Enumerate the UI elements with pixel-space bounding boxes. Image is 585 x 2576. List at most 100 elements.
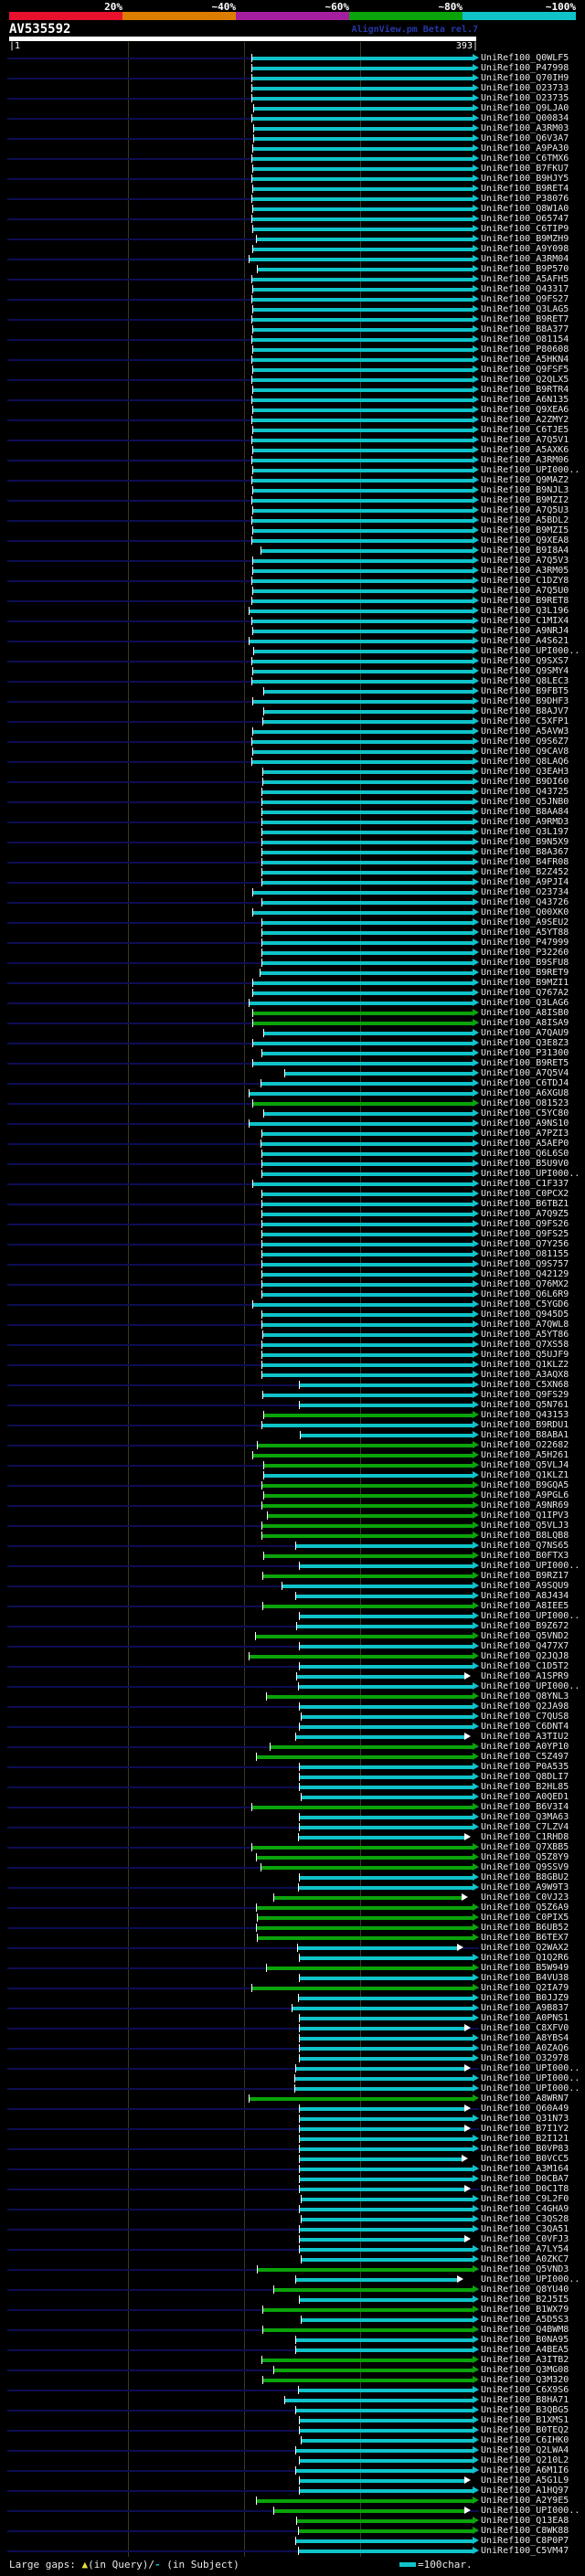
hit-accession[interactable]: UniRef100_Q43725 (481, 787, 569, 797)
hit-accession[interactable]: UniRef100_B2J5I5 (481, 2295, 569, 2305)
hit-accession[interactable]: UniRef100_Q3MA63 (481, 1812, 569, 1822)
hsp-bar[interactable] (262, 720, 473, 724)
hsp-bar[interactable] (257, 1444, 473, 1447)
hit-accession[interactable]: UniRef100_O22682 (481, 1440, 569, 1450)
hit-accession[interactable]: UniRef100_Q9S757 (481, 1259, 569, 1269)
hit-accession[interactable]: UniRef100_O81154 (481, 334, 569, 345)
hsp-bar[interactable] (252, 429, 473, 432)
hit-accession[interactable]: UniRef100_A5BDL2 (481, 515, 569, 525)
hsp-bar[interactable] (251, 1987, 473, 1990)
hit-accession[interactable]: UniRef100_A5AVW3 (481, 726, 569, 737)
hit-accession[interactable]: UniRef100_C0PCX2 (481, 1189, 569, 1199)
hit-accession[interactable]: UniRef100_C3QS28 (481, 2214, 569, 2224)
hit-accession[interactable]: UniRef100_B9DHF3 (481, 696, 569, 706)
hit-accession[interactable]: UniRef100_B0NA95 (481, 2335, 569, 2345)
hit-accession[interactable]: UniRef100_Q43153 (481, 1410, 569, 1420)
hsp-bar[interactable] (262, 1333, 473, 1337)
hsp-bar[interactable] (299, 2168, 473, 2171)
hsp-bar[interactable] (261, 811, 473, 814)
hit-accession[interactable]: UniRef100_B8ABA1 (481, 1430, 569, 1440)
hsp-bar[interactable] (299, 2047, 473, 2051)
hsp-bar[interactable] (251, 620, 473, 623)
hit-accession[interactable]: UniRef100_Q0WLF5 (481, 53, 569, 63)
hit-accession[interactable]: UniRef100_Q210L2 (481, 2455, 569, 2465)
hsp-bar[interactable] (261, 1082, 473, 1086)
hsp-bar[interactable] (299, 1786, 473, 1789)
hit-accession[interactable]: UniRef100_Q8W1A0 (481, 204, 569, 214)
hsp-bar[interactable] (253, 650, 473, 653)
hsp-bar[interactable] (261, 1343, 473, 1347)
hit-accession[interactable]: UniRef100_C4GHA9 (481, 2204, 569, 2214)
hsp-bar[interactable] (252, 207, 473, 211)
hsp-bar[interactable] (251, 760, 473, 764)
hsp-bar[interactable] (298, 1997, 473, 2000)
hit-accession[interactable]: UniRef100_Q9FS25 (481, 1229, 569, 1239)
hit-accession[interactable]: UniRef100_A4BEA5 (481, 2345, 569, 2355)
hsp-bar[interactable] (261, 1484, 473, 1488)
hit-accession[interactable]: UniRef100_Q60A49 (481, 2104, 569, 2114)
hit-accession[interactable]: UniRef100_B9P570 (481, 264, 569, 274)
hsp-bar[interactable] (263, 1414, 473, 1417)
hsp-bar[interactable] (299, 2459, 473, 2463)
hsp-bar[interactable] (261, 1504, 473, 1508)
hit-accession[interactable]: UniRef100_Q8DLI7 (481, 1772, 569, 1782)
hit-accession[interactable]: UniRef100_A5AXK6 (481, 445, 569, 455)
hsp-bar[interactable] (252, 981, 473, 985)
hsp-bar[interactable] (251, 97, 473, 101)
hsp-bar[interactable] (256, 1926, 473, 1930)
hsp-bar[interactable] (252, 1454, 473, 1458)
hsp-bar[interactable] (299, 2147, 473, 2151)
hit-accession[interactable]: UniRef100_B4FR08 (481, 857, 569, 867)
hsp-bar[interactable] (251, 439, 473, 442)
hsp-bar[interactable] (256, 1856, 473, 1860)
hit-accession[interactable]: UniRef100_O23735 (481, 93, 569, 103)
hsp-bar[interactable] (261, 821, 473, 824)
hsp-bar[interactable] (261, 1193, 473, 1196)
hit-accession[interactable]: UniRef100_Q477X7 (481, 1641, 569, 1651)
hit-accession[interactable]: UniRef100_Q00834 (481, 113, 569, 123)
hit-accession[interactable]: UniRef100_B9RZ17 (481, 1571, 569, 1581)
hsp-bar[interactable] (262, 2379, 473, 2382)
hit-accession[interactable]: UniRef100_O81523 (481, 1098, 569, 1108)
hit-accession[interactable]: UniRef100_B9RDU1 (481, 1420, 569, 1430)
hsp-bar[interactable] (261, 861, 473, 864)
hit-accession[interactable]: UniRef100_P80608 (481, 345, 569, 355)
hit-accession[interactable]: UniRef100_C1RHD8 (481, 1832, 569, 1842)
hit-accession[interactable]: UniRef100_A7Q5U3 (481, 505, 569, 515)
hsp-bar[interactable] (299, 2429, 473, 2433)
hit-accession[interactable]: UniRef100_A7PZI3 (481, 1129, 569, 1139)
hsp-bar[interactable] (249, 258, 473, 261)
hsp-bar[interactable] (251, 1846, 473, 1850)
hsp-bar[interactable] (252, 1062, 473, 1065)
hit-accession[interactable]: UniRef100_A9NRJ4 (481, 626, 569, 636)
hit-accession[interactable]: UniRef100_Q70IH9 (481, 73, 569, 83)
hit-accession[interactable]: UniRef100_C9L2F0 (481, 2194, 569, 2204)
hsp-bar[interactable] (251, 660, 473, 663)
hsp-bar[interactable] (299, 1816, 473, 1819)
hsp-bar[interactable] (252, 187, 473, 191)
hit-accession[interactable]: UniRef100_Q5VND2 (481, 1631, 569, 1641)
hit-accession[interactable]: UniRef100_B6TEX7 (481, 1933, 569, 1943)
hit-accession[interactable]: UniRef100_C5Z497 (481, 1752, 569, 1762)
hsp-bar[interactable] (261, 941, 473, 945)
hit-accession[interactable]: UniRef100_A9NS10 (481, 1118, 569, 1129)
hsp-bar[interactable] (251, 499, 473, 503)
hsp-bar[interactable] (299, 2127, 464, 2131)
hsp-bar[interactable] (261, 841, 473, 844)
hsp-bar[interactable] (251, 197, 473, 201)
hit-accession[interactable]: UniRef100_Q2JQJ8 (481, 1651, 569, 1661)
hit-accession[interactable]: UniRef100_A8J434 (481, 1591, 569, 1601)
hsp-bar[interactable] (295, 1735, 464, 1739)
hsp-bar[interactable] (251, 117, 473, 121)
hit-accession[interactable]: UniRef100_B9SFU8 (481, 958, 569, 968)
hsp-bar[interactable] (252, 670, 473, 673)
hsp-bar[interactable] (252, 891, 473, 895)
hsp-bar[interactable] (261, 1866, 473, 1870)
hsp-bar[interactable] (252, 489, 473, 493)
hit-accession[interactable]: UniRef100_A9SQU9 (481, 1581, 569, 1591)
hsp-bar[interactable] (295, 2338, 473, 2342)
hit-accession[interactable]: UniRef100_Q3EAH3 (481, 767, 569, 777)
hsp-bar[interactable] (261, 1253, 473, 1256)
hit-accession[interactable]: UniRef100_Q4BWM8 (481, 2325, 569, 2335)
hsp-bar[interactable] (261, 901, 473, 905)
